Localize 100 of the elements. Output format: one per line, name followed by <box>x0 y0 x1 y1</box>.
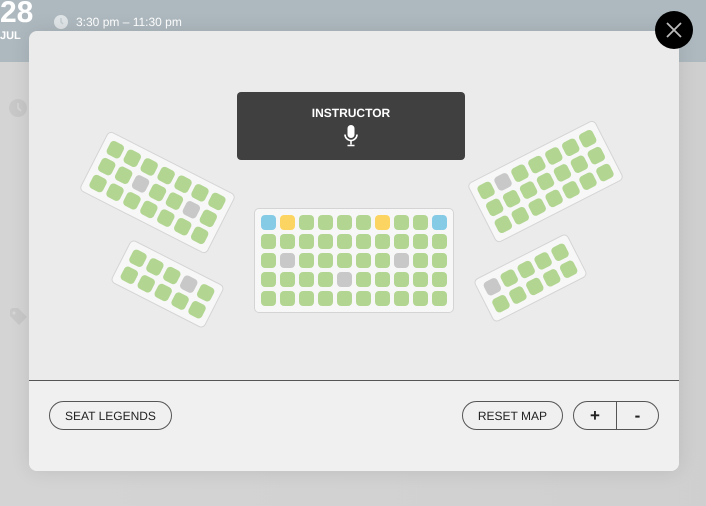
seat[interactable] <box>594 162 614 182</box>
seat[interactable] <box>156 164 176 186</box>
seat[interactable] <box>261 290 276 306</box>
seat[interactable] <box>432 234 447 248</box>
seat[interactable] <box>318 290 333 306</box>
seat[interactable] <box>432 252 447 268</box>
seat[interactable] <box>206 190 226 212</box>
seat[interactable] <box>113 164 134 185</box>
seat[interactable] <box>280 214 295 230</box>
seat[interactable] <box>337 252 352 268</box>
seat[interactable] <box>195 282 216 303</box>
seat[interactable] <box>498 268 519 288</box>
seat[interactable] <box>261 234 276 248</box>
seat[interactable] <box>541 268 562 288</box>
seat[interactable] <box>552 162 572 182</box>
seat[interactable] <box>96 156 116 176</box>
seat[interactable] <box>375 290 390 306</box>
seat[interactable] <box>501 188 522 208</box>
seat[interactable] <box>356 214 371 230</box>
seat-legends-button[interactable]: SEAT LEGENDS <box>49 401 172 430</box>
seat[interactable] <box>198 208 218 228</box>
seat[interactable] <box>524 276 544 297</box>
seat[interactable] <box>413 290 428 306</box>
seat[interactable] <box>560 136 580 157</box>
seat[interactable] <box>261 214 276 230</box>
seat[interactable] <box>130 173 150 194</box>
seat[interactable] <box>172 216 192 236</box>
seat[interactable] <box>394 272 409 286</box>
seat[interactable] <box>261 272 276 286</box>
seat[interactable] <box>413 214 428 230</box>
seat[interactable] <box>318 214 333 230</box>
seat[interactable] <box>170 291 190 312</box>
seat[interactable] <box>577 128 598 148</box>
seat[interactable] <box>88 172 108 194</box>
seat[interactable] <box>122 148 142 168</box>
seat[interactable] <box>337 272 352 286</box>
seat[interactable] <box>261 252 276 268</box>
seat[interactable] <box>394 234 409 248</box>
seat[interactable] <box>560 179 581 200</box>
seat[interactable] <box>144 256 164 277</box>
seat[interactable] <box>507 285 528 306</box>
seat[interactable] <box>544 188 564 208</box>
seat[interactable] <box>413 272 428 286</box>
seat[interactable] <box>152 282 173 303</box>
seat[interactable] <box>299 252 314 268</box>
seat[interactable] <box>318 272 333 286</box>
seat[interactable] <box>568 154 589 174</box>
seat[interactable] <box>138 198 158 220</box>
seat[interactable] <box>394 252 409 268</box>
seat[interactable] <box>356 272 371 286</box>
seat[interactable] <box>118 265 139 286</box>
seat[interactable] <box>299 234 314 248</box>
seat[interactable] <box>164 190 184 211</box>
seat[interactable] <box>318 252 333 268</box>
seat[interactable] <box>186 300 207 320</box>
seat[interactable] <box>432 214 447 230</box>
seat[interactable] <box>413 252 428 268</box>
seat[interactable] <box>104 139 125 160</box>
seat[interactable] <box>549 242 570 262</box>
seat[interactable] <box>280 252 295 268</box>
seat[interactable] <box>482 276 502 297</box>
seat[interactable] <box>280 272 295 286</box>
seat[interactable] <box>356 234 371 248</box>
seat[interactable] <box>280 290 295 306</box>
seat[interactable] <box>432 290 447 306</box>
seat[interactable] <box>476 180 496 200</box>
seat[interactable] <box>413 234 428 248</box>
seat[interactable] <box>337 234 352 248</box>
seat[interactable] <box>356 252 371 268</box>
seat[interactable] <box>172 174 193 194</box>
seat[interactable] <box>558 259 578 280</box>
seat[interactable] <box>180 199 201 220</box>
seat[interactable] <box>432 272 447 286</box>
seat[interactable] <box>490 294 511 314</box>
seat[interactable] <box>178 274 198 294</box>
seat[interactable] <box>161 265 182 286</box>
seat[interactable] <box>375 272 390 286</box>
seat[interactable] <box>375 214 390 230</box>
seat[interactable] <box>318 234 333 248</box>
seat[interactable] <box>189 224 210 245</box>
seat[interactable] <box>375 252 390 268</box>
seat[interactable] <box>394 214 409 230</box>
seat[interactable] <box>155 207 176 228</box>
seat[interactable] <box>492 171 513 192</box>
seat[interactable] <box>484 196 504 217</box>
seat[interactable] <box>299 272 314 286</box>
seat[interactable] <box>586 145 606 166</box>
seat[interactable] <box>509 162 530 183</box>
seat[interactable] <box>127 248 148 268</box>
seat[interactable] <box>532 250 553 271</box>
seat[interactable] <box>510 205 530 226</box>
seat[interactable] <box>534 170 556 192</box>
seat[interactable] <box>146 182 168 202</box>
seat[interactable] <box>516 259 536 280</box>
seat[interactable] <box>138 156 159 177</box>
seat[interactable] <box>104 182 125 202</box>
seat[interactable] <box>337 214 352 230</box>
seat[interactable] <box>394 290 409 306</box>
zoom-out-button[interactable]: - <box>616 402 658 429</box>
seat[interactable] <box>299 214 314 230</box>
